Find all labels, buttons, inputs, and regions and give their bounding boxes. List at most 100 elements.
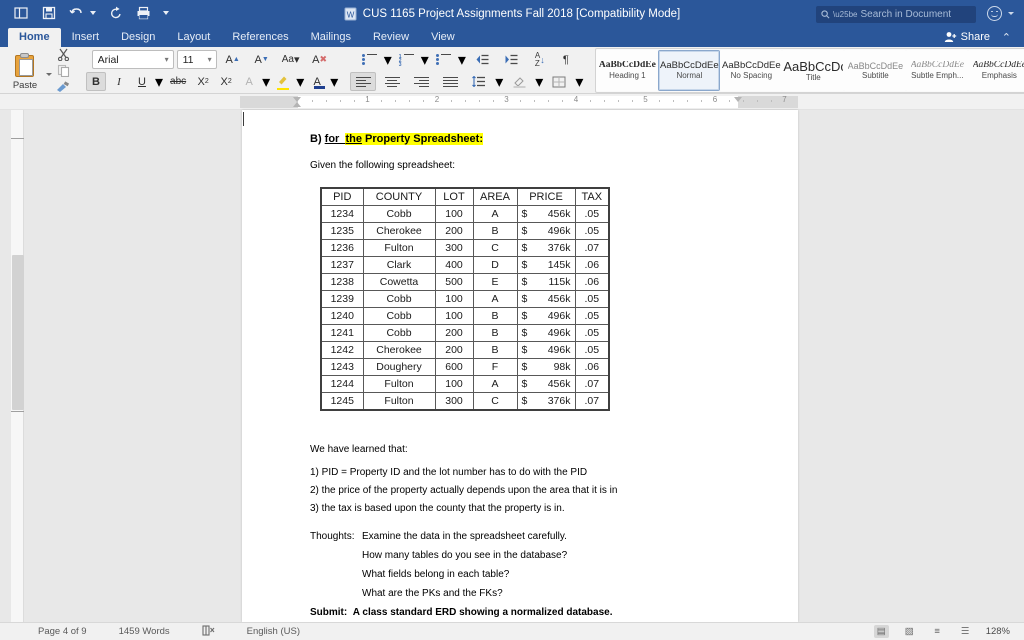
sort-button[interactable]: AZ ↓	[527, 50, 553, 69]
undo-icon[interactable]	[68, 4, 85, 22]
style-subtitle[interactable]: AaBbCcDdEe Subtitle	[844, 50, 907, 91]
font-size-combo[interactable]: 11 ▾	[176, 50, 217, 69]
font-color-button[interactable]: A	[307, 72, 327, 91]
column-header-lot: LOT	[434, 187, 474, 206]
tab-review[interactable]: Review	[362, 28, 420, 47]
style-heading1[interactable]: AaBbCcDdEe Heading 1	[596, 50, 659, 91]
align-left-button[interactable]	[350, 72, 377, 91]
shading-button[interactable]	[506, 72, 532, 91]
superscript-button[interactable]: X2	[216, 72, 236, 91]
cell-price: $456k	[516, 290, 576, 308]
paste-button[interactable]: Paste	[4, 51, 46, 91]
right-indent-marker[interactable]	[734, 97, 742, 102]
scrollbar-thumb[interactable]	[11, 255, 24, 410]
style-no-spacing[interactable]: AaBbCcDdEe No Spacing	[720, 50, 783, 91]
highlight-color-button[interactable]	[273, 72, 293, 91]
vertical-scrollbar[interactable]	[11, 110, 24, 622]
print-layout-view-button[interactable]: ▤	[873, 625, 889, 638]
text-effects-caret-icon[interactable]: ▾	[262, 72, 270, 92]
ruler-minor-tick	[742, 100, 744, 102]
table-row: 1237 Clark 400 D $145k .06	[320, 256, 610, 274]
style-emphasis[interactable]: AaBbCcDdEe Emphasis	[968, 50, 1024, 91]
shrink-font-button[interactable]: A ▼	[249, 50, 275, 69]
chevron-up-icon[interactable]: ⌃	[1002, 33, 1011, 44]
numbering-caret-icon[interactable]: ▾	[421, 50, 429, 70]
outline-view-button[interactable]: ≡	[930, 625, 945, 638]
cell-county: Cobb	[362, 307, 436, 325]
copy-icon[interactable]	[55, 64, 71, 77]
word-count[interactable]: 1459 Words	[103, 626, 186, 637]
redo-icon[interactable]	[107, 4, 124, 22]
strikethrough-button[interactable]: abc	[166, 72, 190, 91]
style-title[interactable]: AaBbCcDc Title	[782, 50, 845, 91]
undo-dropdown-caret-icon[interactable]	[90, 11, 96, 15]
proofing-errors-icon[interactable]	[186, 624, 231, 639]
print-icon[interactable]	[135, 4, 152, 22]
font-family-combo[interactable]: Arial ▾	[91, 50, 174, 69]
smiley-icon[interactable]	[987, 6, 1002, 21]
tab-design[interactable]: Design	[110, 28, 166, 47]
font-color-caret-icon[interactable]: ▾	[330, 72, 338, 92]
bullets-button[interactable]	[358, 50, 381, 69]
text-effects-button[interactable]: A	[239, 72, 259, 91]
multilevel-list-button[interactable]	[432, 50, 455, 69]
align-right-button[interactable]	[408, 72, 434, 91]
line-spacing-caret-icon[interactable]: ▾	[495, 72, 503, 92]
smiley-dropdown-caret-icon[interactable]	[1008, 12, 1014, 15]
document-page[interactable]: B) for the Property Spreadsheet: Given t…	[242, 110, 798, 622]
highlight-caret-icon[interactable]: ▾	[296, 72, 304, 92]
multilevel-caret-icon[interactable]: ▾	[458, 50, 466, 70]
underline-dropdown-caret-icon[interactable]: ▾	[155, 72, 163, 92]
cell-area: C	[472, 239, 518, 257]
subscript-button[interactable]: X2	[193, 72, 213, 91]
style-subtle-emphasis[interactable]: AaBbCcDdEe Subtle Emph...	[906, 50, 969, 91]
clear-formatting-button[interactable]: A ✖	[307, 50, 333, 69]
line-spacing-button[interactable]	[466, 72, 492, 91]
underline-button[interactable]: U	[132, 72, 152, 91]
borders-caret-icon[interactable]: ▾	[575, 72, 583, 92]
language-indicator[interactable]: English (US)	[231, 626, 316, 637]
cut-icon[interactable]	[55, 48, 71, 61]
hanging-indent-marker[interactable]	[293, 102, 301, 107]
tab-home[interactable]: Home	[8, 28, 61, 47]
save-icon[interactable]	[40, 4, 57, 22]
cell-county: Cobb	[362, 324, 436, 342]
decrease-indent-button[interactable]	[469, 50, 495, 69]
grow-font-button[interactable]: A ▲	[220, 50, 246, 69]
tab-insert[interactable]: Insert	[61, 28, 111, 47]
horizontal-ruler[interactable]: 1 2 3 4 5 6 7	[0, 94, 1024, 110]
print-layout-view-icon[interactable]	[12, 4, 29, 22]
style-name: Subtle Emph...	[911, 71, 964, 80]
shading-caret-icon[interactable]: ▾	[535, 72, 543, 92]
page-indicator[interactable]: Page 4 of 9	[22, 626, 103, 637]
tab-layout[interactable]: Layout	[166, 28, 221, 47]
change-case-button[interactable]: Aa ▾	[278, 50, 304, 69]
cell-pid: 1235	[320, 222, 364, 240]
learned-list: 1) PID = Property ID and the lot number …	[310, 468, 750, 514]
format-painter-icon[interactable]	[55, 80, 71, 93]
align-center-button[interactable]	[379, 72, 405, 91]
style-preview: AaBbCcDdEe	[847, 61, 904, 71]
numbering-button[interactable]: 123	[395, 50, 418, 69]
tab-view[interactable]: View	[420, 28, 466, 47]
table-row: 1245 Fulton 300 C $376k .07	[320, 392, 610, 411]
increase-indent-button[interactable]	[498, 50, 524, 69]
search-input[interactable]: \u25be Search in Document	[816, 6, 976, 23]
bullets-caret-icon[interactable]: ▾	[384, 50, 392, 70]
draft-view-button[interactable]: ☰	[958, 625, 973, 638]
italic-button[interactable]: I	[109, 72, 129, 91]
borders-button[interactable]	[546, 72, 572, 91]
show-formatting-marks-button[interactable]: ¶	[556, 50, 576, 69]
tab-mailings[interactable]: Mailings	[300, 28, 362, 47]
style-normal[interactable]: AaBbCcDdEe Normal	[658, 50, 721, 91]
cell-county: Doughery	[362, 358, 436, 376]
justify-button[interactable]	[437, 72, 463, 91]
web-layout-view-button[interactable]: ▧	[902, 625, 917, 638]
customize-toolbar-icon[interactable]	[163, 11, 169, 15]
ruler-minor-tick	[589, 100, 591, 102]
tab-references[interactable]: References	[221, 28, 299, 47]
share-button[interactable]: Share	[944, 31, 990, 43]
zoom-level[interactable]: 128%	[986, 626, 1010, 637]
bold-button[interactable]: B	[86, 72, 106, 91]
cell-tax: .06	[574, 273, 610, 291]
